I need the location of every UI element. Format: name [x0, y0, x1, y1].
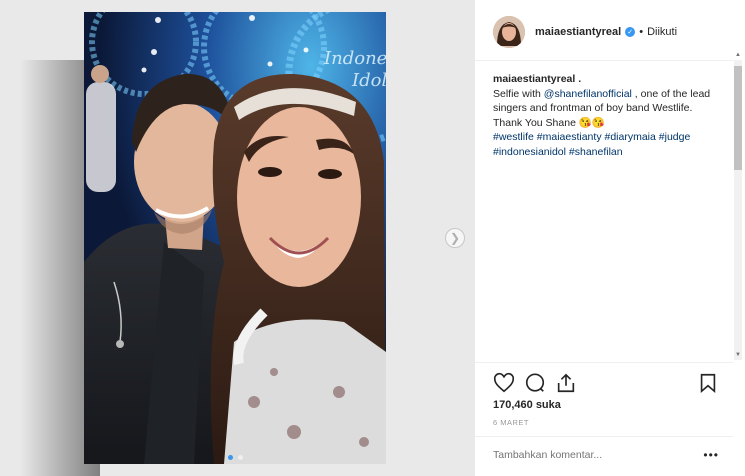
- hashtag-link[interactable]: #westlife: [493, 131, 534, 143]
- like-count[interactable]: 170,460 suka: [493, 399, 561, 411]
- caption: maiaestiantyreal . Selfie with @shanefil…: [493, 72, 713, 159]
- post-date[interactable]: 6 MARET: [493, 418, 529, 427]
- chevron-right-icon: ❯: [449, 231, 461, 245]
- comment-icon[interactable]: [524, 372, 546, 394]
- hashtag-link[interactable]: #diarymaia: [605, 131, 656, 143]
- bookmark-icon[interactable]: [697, 372, 719, 394]
- hashtag-link[interactable]: #indonesianidol: [493, 146, 566, 158]
- caption-text: Selfie with @shanefilanofficial , one of…: [493, 87, 713, 131]
- header-username[interactable]: maiaestiantyreal: [535, 26, 621, 38]
- more-options-icon[interactable]: •••: [703, 448, 719, 462]
- hashtag-link[interactable]: #judge: [659, 131, 691, 143]
- hashtag-link[interactable]: #shanefilan: [569, 146, 623, 158]
- avatar[interactable]: [493, 16, 525, 48]
- verified-icon: ✓: [625, 27, 636, 37]
- post-panel: maiaestiantyreal ✓ • Diikuti maiaestiant…: [475, 0, 745, 476]
- heart-icon[interactable]: [493, 372, 515, 394]
- stage-logo-text-2: Idol: [351, 70, 386, 91]
- comment-box: •••: [493, 448, 719, 462]
- carousel-dot-2[interactable]: [237, 455, 243, 460]
- comments-scrollbar[interactable]: ▲ ▼: [732, 52, 742, 360]
- stage-logo-text: Indonesian: [323, 48, 386, 69]
- header-separator: •: [639, 26, 644, 38]
- scroll-thumb[interactable]: [734, 66, 742, 170]
- share-icon[interactable]: [555, 372, 577, 394]
- mention-link[interactable]: @shanefilanofficial: [544, 88, 632, 100]
- post-header: maiaestiantyreal ✓ • Diikuti: [493, 14, 677, 50]
- hashtag-list: #westlife #maiaestianty #diarymaia #judg…: [493, 130, 713, 159]
- action-bar: [493, 372, 719, 394]
- caption-username[interactable]: maiaestiantyreal .: [493, 72, 713, 87]
- next-photo-button[interactable]: ❯: [445, 228, 465, 248]
- scroll-up-icon[interactable]: ▲: [735, 52, 741, 58]
- carousel-dot-1[interactable]: [227, 455, 233, 460]
- scroll-down-icon[interactable]: ▼: [735, 352, 741, 358]
- caption-text-part-1: Selfie with: [493, 87, 544, 100]
- comment-divider: [475, 436, 733, 437]
- header-divider: [475, 60, 733, 61]
- hashtag-link[interactable]: #maiaestianty: [537, 131, 602, 143]
- comment-input[interactable]: [493, 449, 673, 461]
- post-photo[interactable]: Indonesian Idol: [84, 12, 386, 464]
- follow-status-button[interactable]: Diikuti: [647, 26, 677, 38]
- actions-divider: [475, 362, 733, 363]
- carousel-dots: [84, 455, 386, 460]
